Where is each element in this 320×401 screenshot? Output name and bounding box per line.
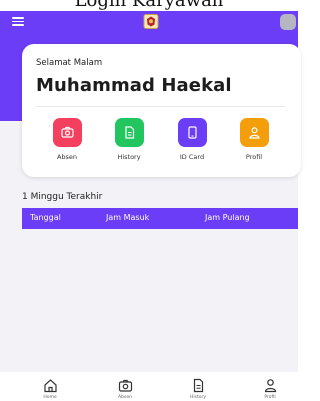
user-name: Muhammad Haekal [36, 75, 232, 96]
menu-label-profil: Profil [245, 153, 263, 161]
camera-icon [118, 379, 132, 392]
document-icon [114, 118, 144, 147]
greeting-card: Selamat Malam Muhammad Haekal Absen Hist… [22, 44, 301, 177]
menu-label-id-card: ID Card [179, 153, 205, 161]
menu-item-id-card[interactable]: ID Card [162, 118, 222, 161]
app-bar [0, 11, 298, 33]
attendance-table-header: Tanggal Jam Masuk Jam Pulang [22, 208, 298, 229]
page-title: Login Karyawan [74, 0, 224, 11]
card-divider [36, 106, 285, 107]
menu-item-history[interactable]: History [99, 118, 159, 161]
hamburger-menu-icon[interactable] [12, 17, 24, 26]
nav-label-home: Home [43, 395, 57, 400]
nav-item-profil[interactable]: Profil [250, 378, 290, 400]
nav-label-absen: Absen [118, 395, 132, 400]
document-icon [193, 378, 203, 393]
menu-item-absen[interactable]: Absen [37, 118, 97, 161]
section-title: 1 Minggu Terakhir [22, 192, 103, 202]
nav-item-absen[interactable]: Absen [105, 378, 145, 400]
column-header-jam-pulang: Jam Pulang [205, 213, 250, 222]
user-icon [264, 379, 276, 393]
camera-icon [52, 118, 82, 147]
nav-item-home[interactable]: Home [30, 378, 70, 400]
greeting-text: Selamat Malam [36, 58, 103, 68]
user-icon [239, 118, 269, 147]
bottom-navigation: Home Absen History Profil [0, 372, 298, 401]
phone-card-icon [177, 118, 207, 147]
column-header-tanggal: Tanggal [30, 213, 61, 222]
menu-item-profil[interactable]: Profil [224, 118, 284, 161]
emblem-logo-icon [143, 14, 159, 29]
user-avatar[interactable] [280, 14, 296, 30]
home-icon [43, 379, 57, 393]
nav-label-profil: Profil [264, 395, 276, 400]
menu-label-history: History [117, 153, 141, 161]
column-header-jam-masuk: Jam Masuk [106, 213, 150, 222]
menu-label-absen: Absen [56, 153, 78, 161]
nav-label-history: History [189, 395, 206, 400]
nav-item-history[interactable]: History [178, 378, 218, 400]
